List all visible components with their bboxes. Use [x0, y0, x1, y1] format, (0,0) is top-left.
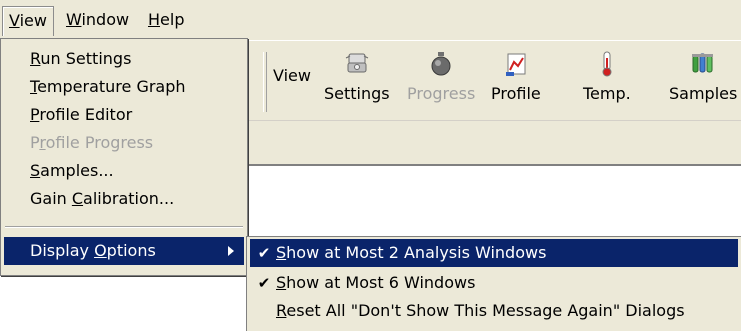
menu-item-reset-dont-show-dialogs[interactable]: Reset All "Don't Show This Message Again…	[250, 297, 738, 325]
menu-window-label: Window	[66, 10, 130, 29]
menu-item-temperature-graph[interactable]: Temperature Graph	[4, 73, 244, 101]
toolbar-profile-button[interactable]: Profile	[491, 48, 541, 116]
settings-icon	[345, 53, 369, 73]
toolbar-caption: View	[273, 66, 311, 85]
menu-item-label: Profile Progress	[30, 133, 154, 152]
menu-item-display-options[interactable]: Display Options	[4, 237, 244, 265]
menu-item-gain-calibration[interactable]: Gain Calibration...	[4, 185, 244, 213]
menu-item-label: Temperature Graph	[30, 77, 186, 96]
menu-item-label: Show at Most 2 Analysis Windows	[276, 243, 547, 262]
menu-item-label: Run Settings	[30, 49, 132, 68]
menu-item-show-2-analysis-windows[interactable]: ✔ Show at Most 2 Analysis Windows	[250, 239, 738, 267]
thermometer-icon	[602, 51, 612, 77]
menu-separator	[5, 226, 243, 228]
display-options-menu: ✔ Show at Most 2 Analysis Windows ✔ Show…	[246, 236, 741, 331]
toolbar-button-label: Profile	[491, 84, 541, 103]
menu-help-label: Help	[148, 10, 185, 29]
toolbar-button-label: Samples	[669, 84, 738, 103]
toolbar-progress-button[interactable]: Progress	[407, 48, 475, 116]
menu-window[interactable]: Window	[60, 6, 135, 36]
samples-icon	[692, 53, 714, 73]
checkmark-icon: ✔	[257, 274, 271, 292]
progress-icon	[431, 52, 451, 76]
toolbar-button-label: Progress	[407, 84, 476, 103]
menu-view[interactable]: View	[2, 6, 54, 36]
menu-item-samples[interactable]: Samples...	[4, 157, 244, 185]
menu-item-show-6-windows[interactable]: ✔ Show at Most 6 Windows	[250, 269, 738, 297]
menu-item-profile-progress: Profile Progress	[4, 129, 244, 157]
toolbar-grip[interactable]	[263, 52, 267, 112]
toolbar-samples-button[interactable]: Samples	[669, 48, 737, 116]
menu-item-label: Samples...	[30, 161, 114, 180]
toolbar-band-secondary	[248, 120, 741, 166]
menu-item-label: Reset All "Don't Show This Message Again…	[276, 301, 685, 320]
menu-item-label: Profile Editor	[30, 105, 133, 124]
menu-help[interactable]: Help	[142, 6, 190, 36]
toolbar-temp-button[interactable]: Temp.	[583, 48, 631, 116]
menu-item-label: Show at Most 6 Windows	[276, 273, 476, 292]
menu-item-label: Display Options	[30, 241, 156, 260]
menu-bar: View Window Help	[0, 0, 741, 40]
menu-item-run-settings[interactable]: Run Settings	[4, 45, 244, 73]
submenu-arrow-icon	[228, 246, 234, 256]
view-menu: Run Settings Temperature Graph Profile E…	[0, 38, 248, 276]
profile-icon	[505, 53, 526, 76]
checkmark-icon: ✔	[257, 244, 271, 262]
toolbar-button-label: Settings	[324, 84, 390, 103]
menu-item-label: Gain Calibration...	[30, 189, 175, 208]
toolbar-button-label: Temp.	[583, 84, 631, 103]
toolbar-settings-button[interactable]: Settings	[324, 48, 390, 116]
menu-item-profile-editor[interactable]: Profile Editor	[4, 101, 244, 129]
menu-view-label: View	[9, 11, 47, 30]
